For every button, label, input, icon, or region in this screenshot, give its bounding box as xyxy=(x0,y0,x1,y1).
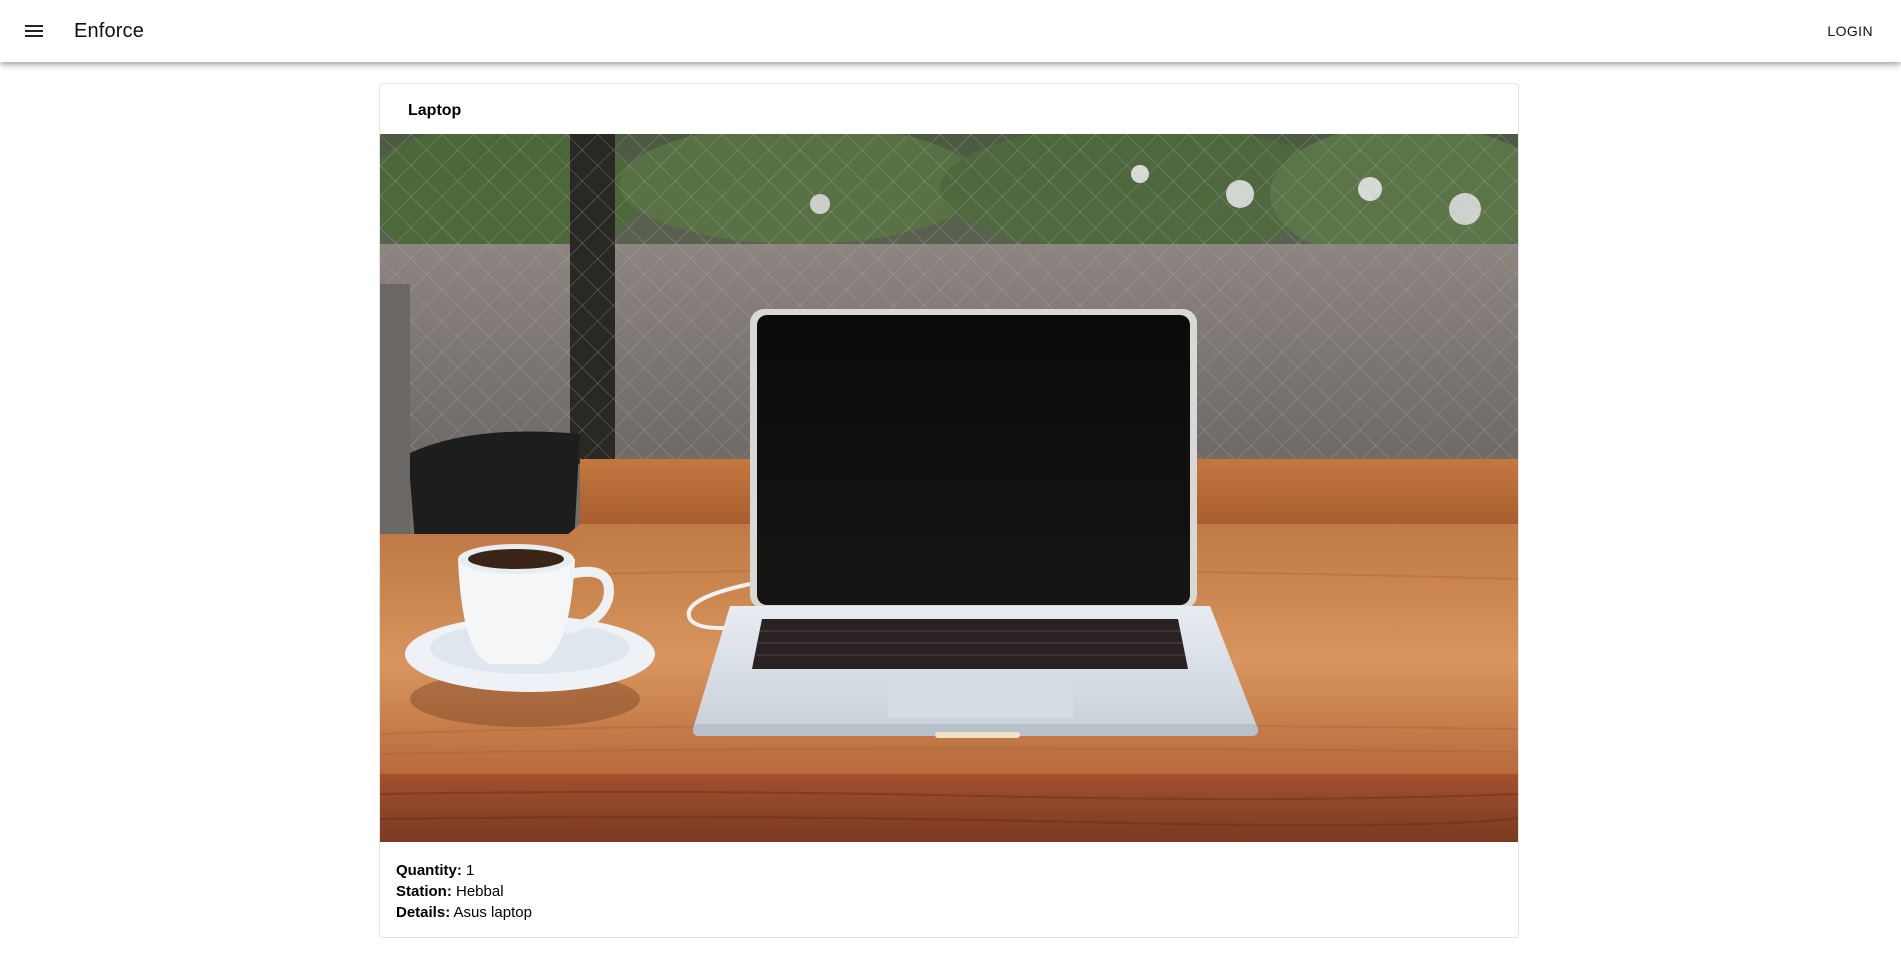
station-value: Hebbal xyxy=(456,883,504,900)
login-button[interactable]: LOGIN xyxy=(1819,16,1881,46)
details-row: Details: Asus laptop xyxy=(396,902,532,923)
app-title: Enforce xyxy=(74,20,144,42)
quantity-row: Quantity: 1 xyxy=(396,860,532,881)
details-value: Asus laptop xyxy=(453,904,532,921)
laptop-photo xyxy=(380,134,1518,842)
quantity-value: 1 xyxy=(466,862,475,879)
item-details: Quantity: 1 Station: Hebbal Details: Asu… xyxy=(396,860,532,923)
details-label: Details: xyxy=(396,904,451,921)
quantity-label: Quantity: xyxy=(396,862,462,879)
station-label: Station: xyxy=(396,883,452,900)
app-bar: Enforce LOGIN xyxy=(0,0,1901,62)
menu-button[interactable] xyxy=(14,11,54,51)
item-title: Laptop xyxy=(408,102,462,119)
item-card: Laptop Quantity: 1 Station: Hebbal Detai… xyxy=(379,83,1519,938)
menu-icon xyxy=(25,25,43,37)
station-row: Station: Hebbal xyxy=(396,881,532,902)
